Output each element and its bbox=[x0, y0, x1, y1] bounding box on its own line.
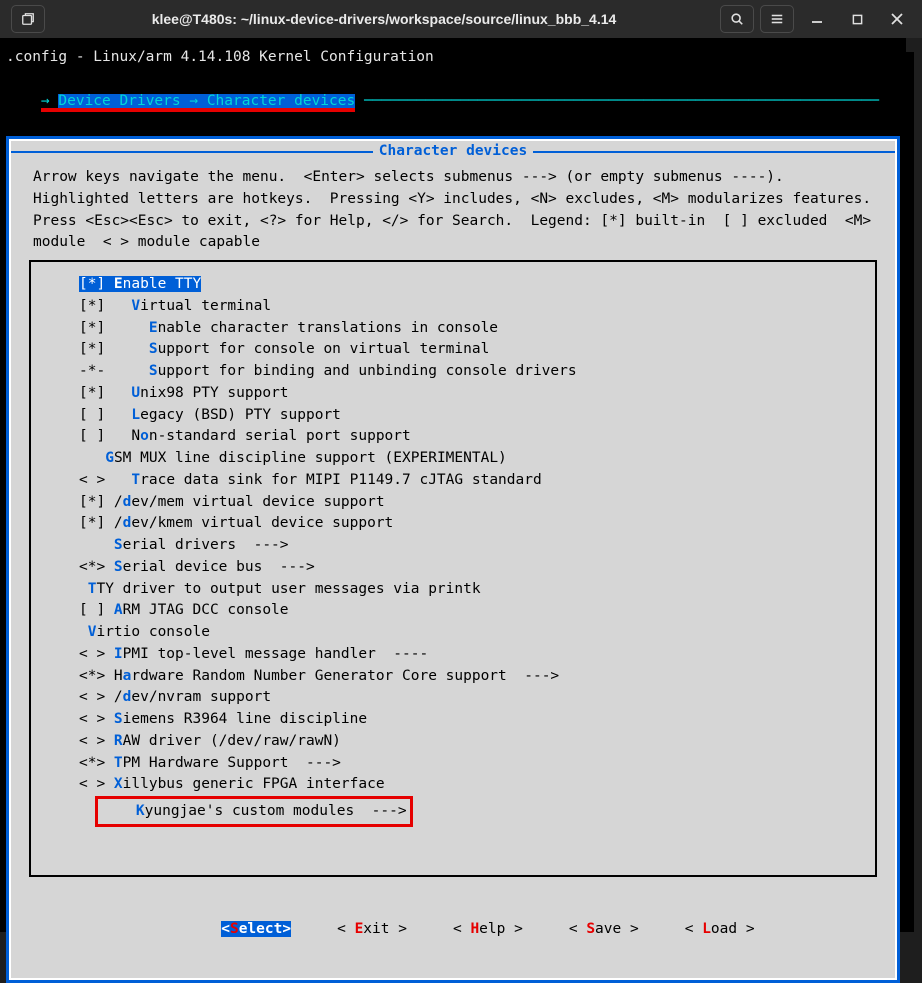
menu-item[interactable]: TTY driver to output user messages via p… bbox=[31, 579, 875, 601]
window-titlebar: klee@T480s: ~/linux-device-drivers/works… bbox=[0, 0, 922, 38]
close-button[interactable] bbox=[880, 5, 914, 33]
search-icon bbox=[730, 12, 744, 26]
menu-item[interactable]: < > Siemens R3964 line discipline bbox=[31, 709, 875, 731]
menu-item[interactable]: < > Trace data sink for MIPI P1149.7 cJT… bbox=[31, 470, 875, 492]
menu-item[interactable]: [*] Enable TTY bbox=[31, 274, 201, 296]
menu-item[interactable]: <*> Serial device bus ---> bbox=[31, 557, 875, 579]
load-button[interactable]: < Load > bbox=[685, 921, 755, 937]
menu-item[interactable]: [*] Virtual terminal bbox=[31, 296, 875, 318]
menu-item[interactable]: -*- Support for binding and unbinding co… bbox=[31, 361, 875, 383]
menuconfig-dialog: Character devices Arrow keys navigate th… bbox=[9, 139, 897, 980]
menu-button[interactable] bbox=[760, 5, 794, 33]
maximize-button[interactable] bbox=[840, 5, 874, 33]
menu-item[interactable]: [*] Enable character translations in con… bbox=[31, 318, 875, 340]
menu-item[interactable]: <*> TPM Hardware Support ---> bbox=[31, 753, 875, 775]
dialog-help-text: Arrow keys navigate the menu. <Enter> se… bbox=[11, 163, 895, 260]
menu-item[interactable]: < > RAW driver (/dev/raw/rawN) bbox=[31, 731, 875, 753]
search-button[interactable] bbox=[720, 5, 754, 33]
menu-item[interactable]: [ ] ARM JTAG DCC console bbox=[31, 600, 875, 622]
help-button[interactable]: < Help > bbox=[453, 921, 523, 937]
select-button[interactable]: <Select> bbox=[221, 921, 291, 937]
save-button[interactable]: < Save > bbox=[569, 921, 639, 937]
menu-item[interactable]: < > /dev/nvram support bbox=[31, 687, 875, 709]
new-tab-button[interactable] bbox=[11, 5, 45, 33]
exit-button[interactable]: < Exit > bbox=[337, 921, 407, 937]
terminal-area: .config - Linux/arm 4.14.108 Kernel Conf… bbox=[0, 38, 906, 932]
menu-item[interactable]: GSM MUX line discipline support (EXPERIM… bbox=[31, 448, 875, 470]
minimize-button[interactable] bbox=[800, 5, 834, 33]
menu-item[interactable]: [*] /dev/kmem virtual device support bbox=[31, 513, 875, 535]
maximize-icon bbox=[852, 14, 863, 25]
menu-item[interactable]: Serial drivers ---> bbox=[31, 535, 875, 557]
dialog-backdrop: Character devices Arrow keys navigate th… bbox=[6, 136, 900, 983]
highlighted-custom-module[interactable]: Kyungjae's custom modules ---> bbox=[95, 796, 413, 827]
menu-item[interactable]: [*] Unix98 PTY support bbox=[31, 383, 875, 405]
dialog-title: Character devices bbox=[373, 141, 533, 163]
menu-item[interactable]: < > IPMI top-level message handler ---- bbox=[31, 644, 875, 666]
menu-item[interactable]: [*] Support for console on virtual termi… bbox=[31, 339, 875, 361]
button-bar: <Select> < Exit > < Help > < Save > < Load > bbox=[11, 877, 895, 978]
config-header: .config - Linux/arm 4.14.108 Kernel Conf… bbox=[6, 47, 900, 69]
hamburger-icon bbox=[770, 12, 784, 26]
minimize-icon bbox=[811, 13, 823, 25]
breadcrumb: → Device Drivers → Character devices ───… bbox=[6, 69, 900, 134]
menu-item[interactable]: [ ] Legacy (BSD) PTY support bbox=[31, 405, 875, 427]
window-title: klee@T480s: ~/linux-device-drivers/works… bbox=[48, 11, 720, 27]
menu-item[interactable]: <*> Hardware Random Number Generator Cor… bbox=[31, 666, 875, 688]
menu-item[interactable]: Virtio console bbox=[31, 622, 875, 644]
close-icon bbox=[891, 13, 903, 25]
menu-item[interactable]: [*] /dev/mem virtual device support bbox=[31, 492, 875, 514]
menu-item[interactable]: < > Xillybus generic FPGA interface bbox=[31, 774, 875, 796]
new-tab-icon bbox=[21, 12, 35, 26]
menu-list[interactable]: [*] Enable TTY[*] Virtual terminal[*] En… bbox=[29, 260, 877, 877]
menu-item[interactable]: [ ] Non-standard serial port support bbox=[31, 426, 875, 448]
